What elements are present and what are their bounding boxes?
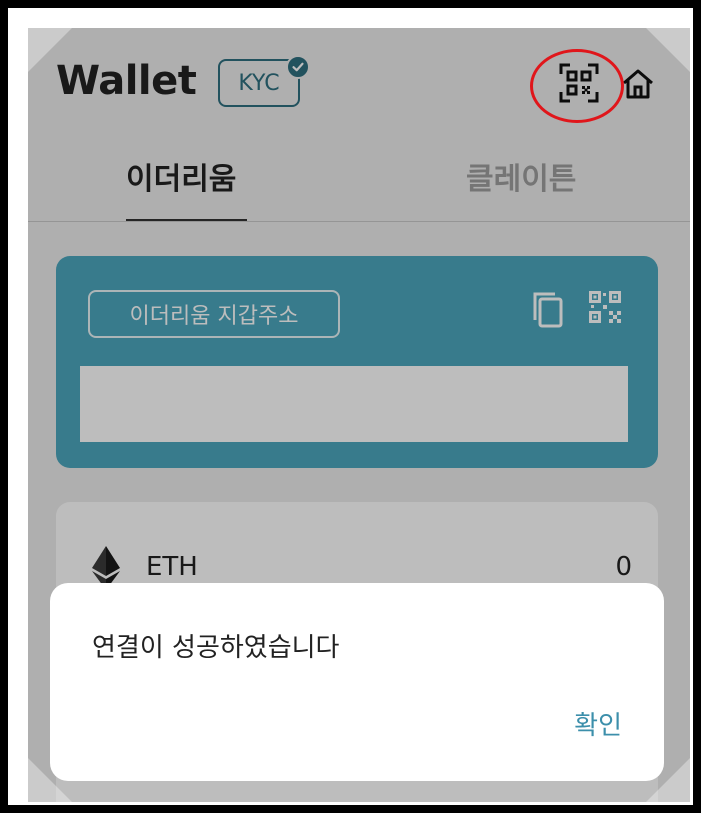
dialog-message: 연결이 성공하였습니다	[92, 633, 340, 663]
screenshot-frame: Wallet KYC 이더리움 클레이튼 이더리움 지갑주소 ETH 0 연결이…	[8, 8, 693, 805]
confirm-button[interactable]: 확인	[574, 705, 622, 742]
corner-decoration-top-left	[28, 28, 72, 72]
success-dialog: 연결이 성공하였습니다 확인	[50, 583, 664, 781]
corner-decoration-top-right	[646, 28, 690, 72]
